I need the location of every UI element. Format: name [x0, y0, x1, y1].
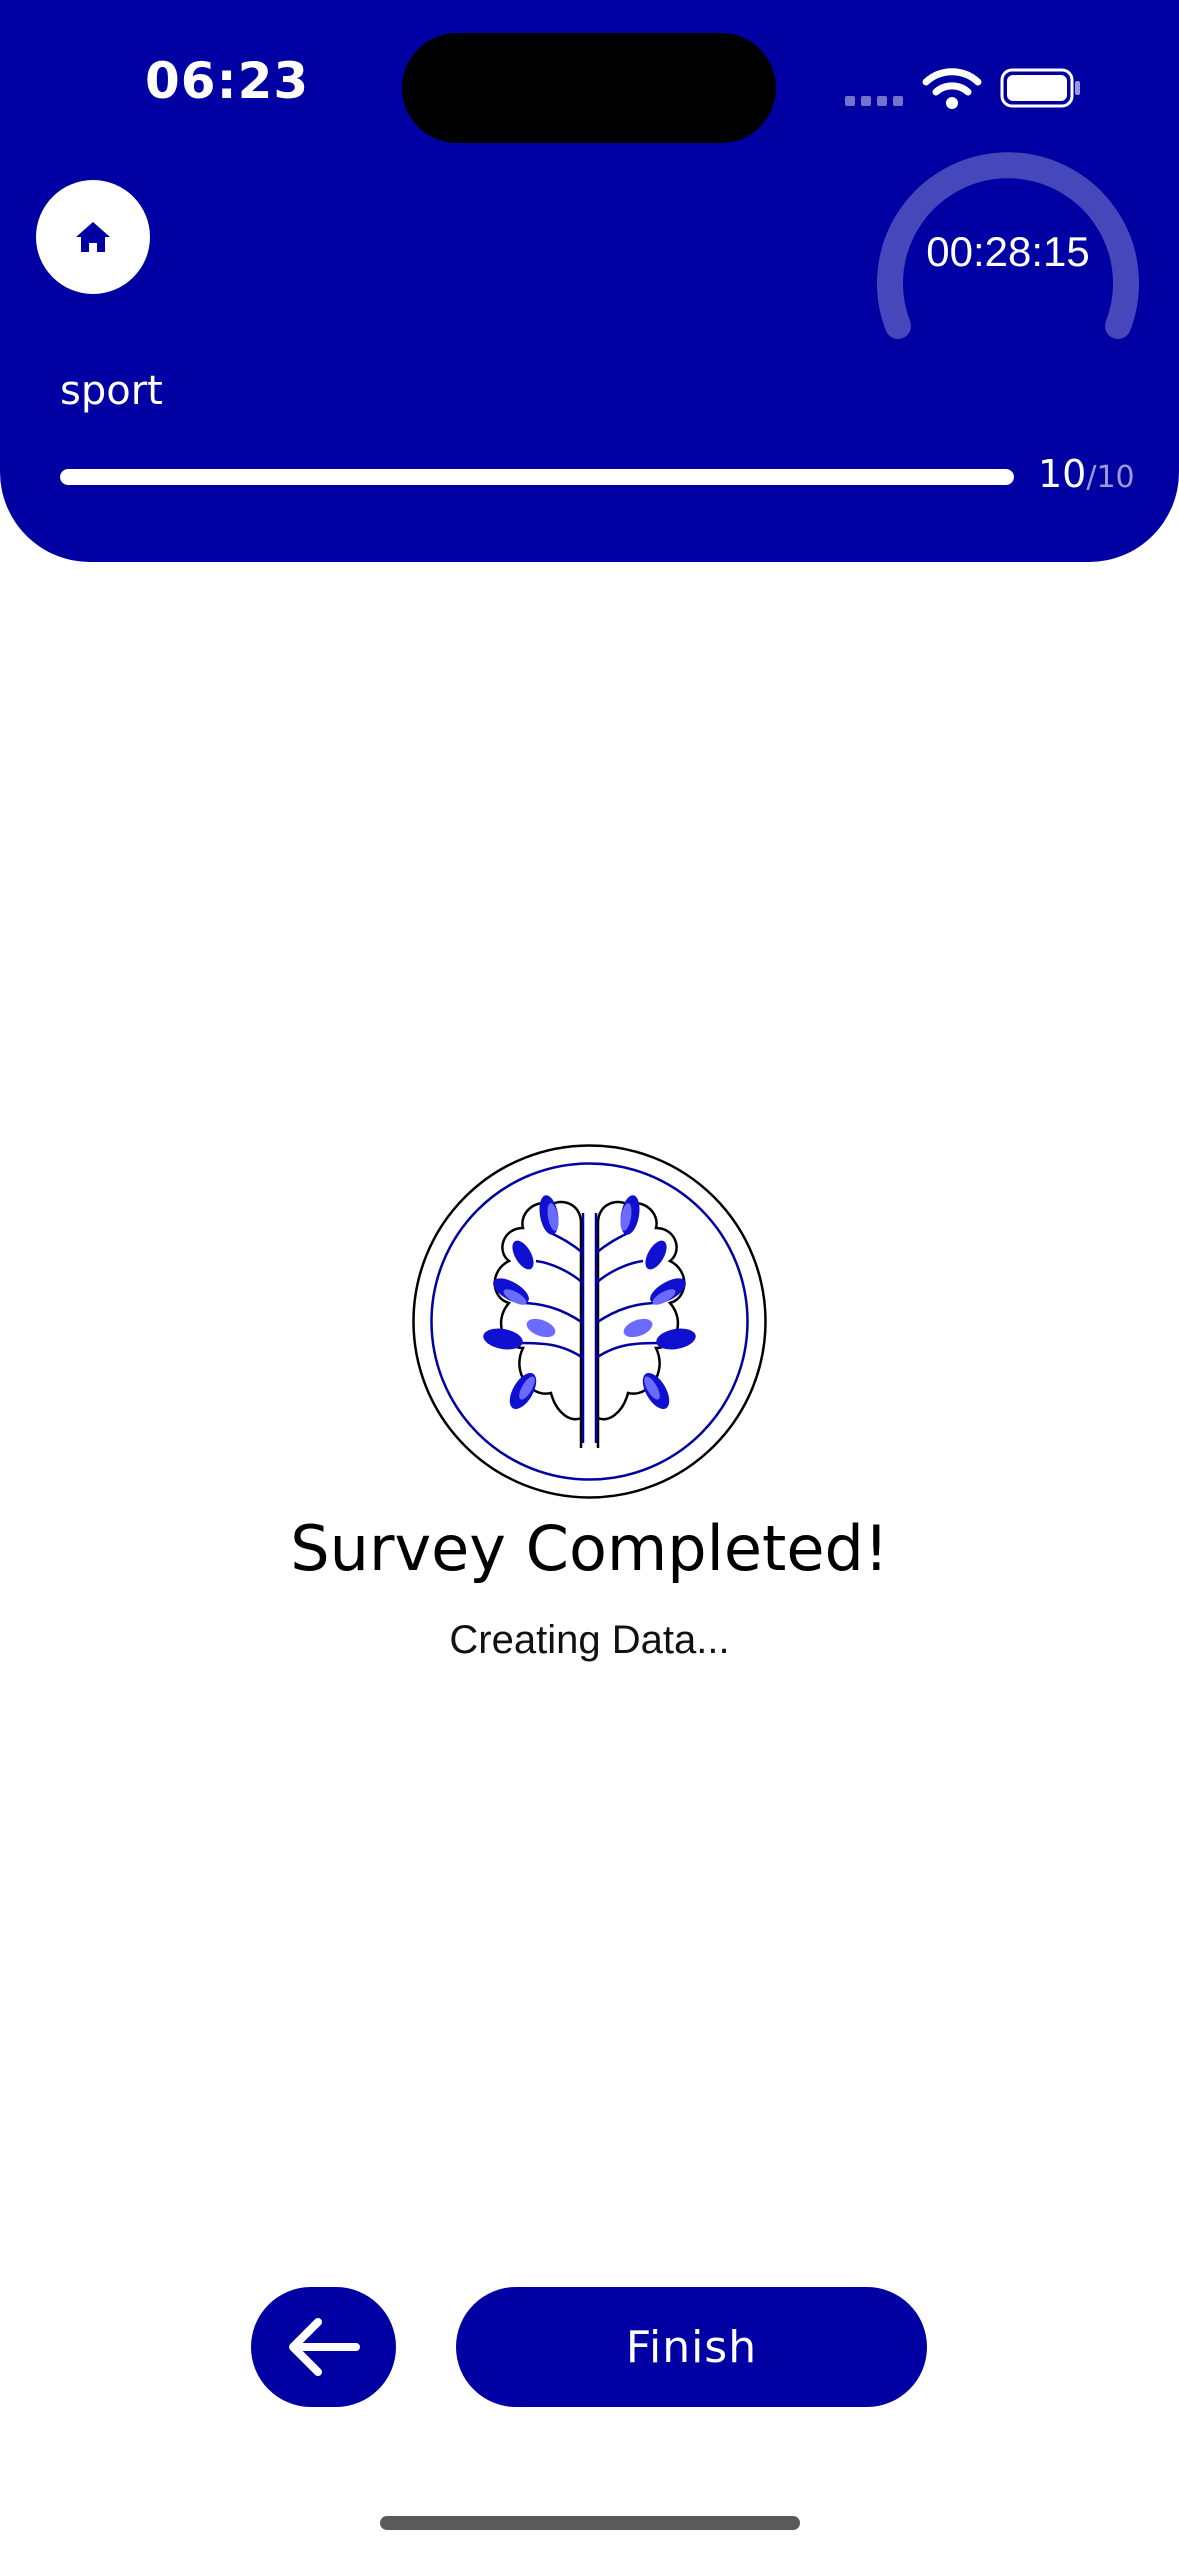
progress-current: 10 — [1038, 452, 1087, 496]
survey-complete-screen: 06:23 00:28:15 sport 10/10 Survey Comple… — [0, 0, 1179, 2556]
progress-separator: / — [1086, 460, 1097, 495]
home-button[interactable] — [36, 180, 150, 294]
progress-count: 10/10 — [1038, 452, 1135, 496]
home-indicator — [380, 2516, 800, 2530]
dynamic-island — [402, 33, 776, 143]
timer: 00:28:15 — [872, 136, 1144, 346]
home-icon — [76, 222, 110, 252]
progress-bar — [60, 469, 1014, 485]
finish-button[interactable]: Finish — [456, 2287, 927, 2407]
arrow-left-icon — [288, 2318, 360, 2376]
signal-icon — [845, 96, 903, 106]
timer-text: 00:28:15 — [926, 228, 1090, 275]
progress-total: 10 — [1096, 460, 1135, 495]
brain-tree-logo — [412, 1144, 767, 1499]
wifi-icon — [922, 68, 982, 109]
completion-title: Survey Completed! — [290, 1512, 889, 1585]
status-subtitle: Creating Data... — [449, 1618, 730, 1662]
back-button[interactable] — [251, 2287, 396, 2407]
progress-fill — [60, 469, 1014, 485]
header: 06:23 00:28:15 sport 10/10 — [0, 0, 1179, 562]
category-label: sport — [60, 368, 163, 414]
status-time: 06:23 — [145, 52, 310, 110]
battery-icon — [1000, 68, 1080, 108]
